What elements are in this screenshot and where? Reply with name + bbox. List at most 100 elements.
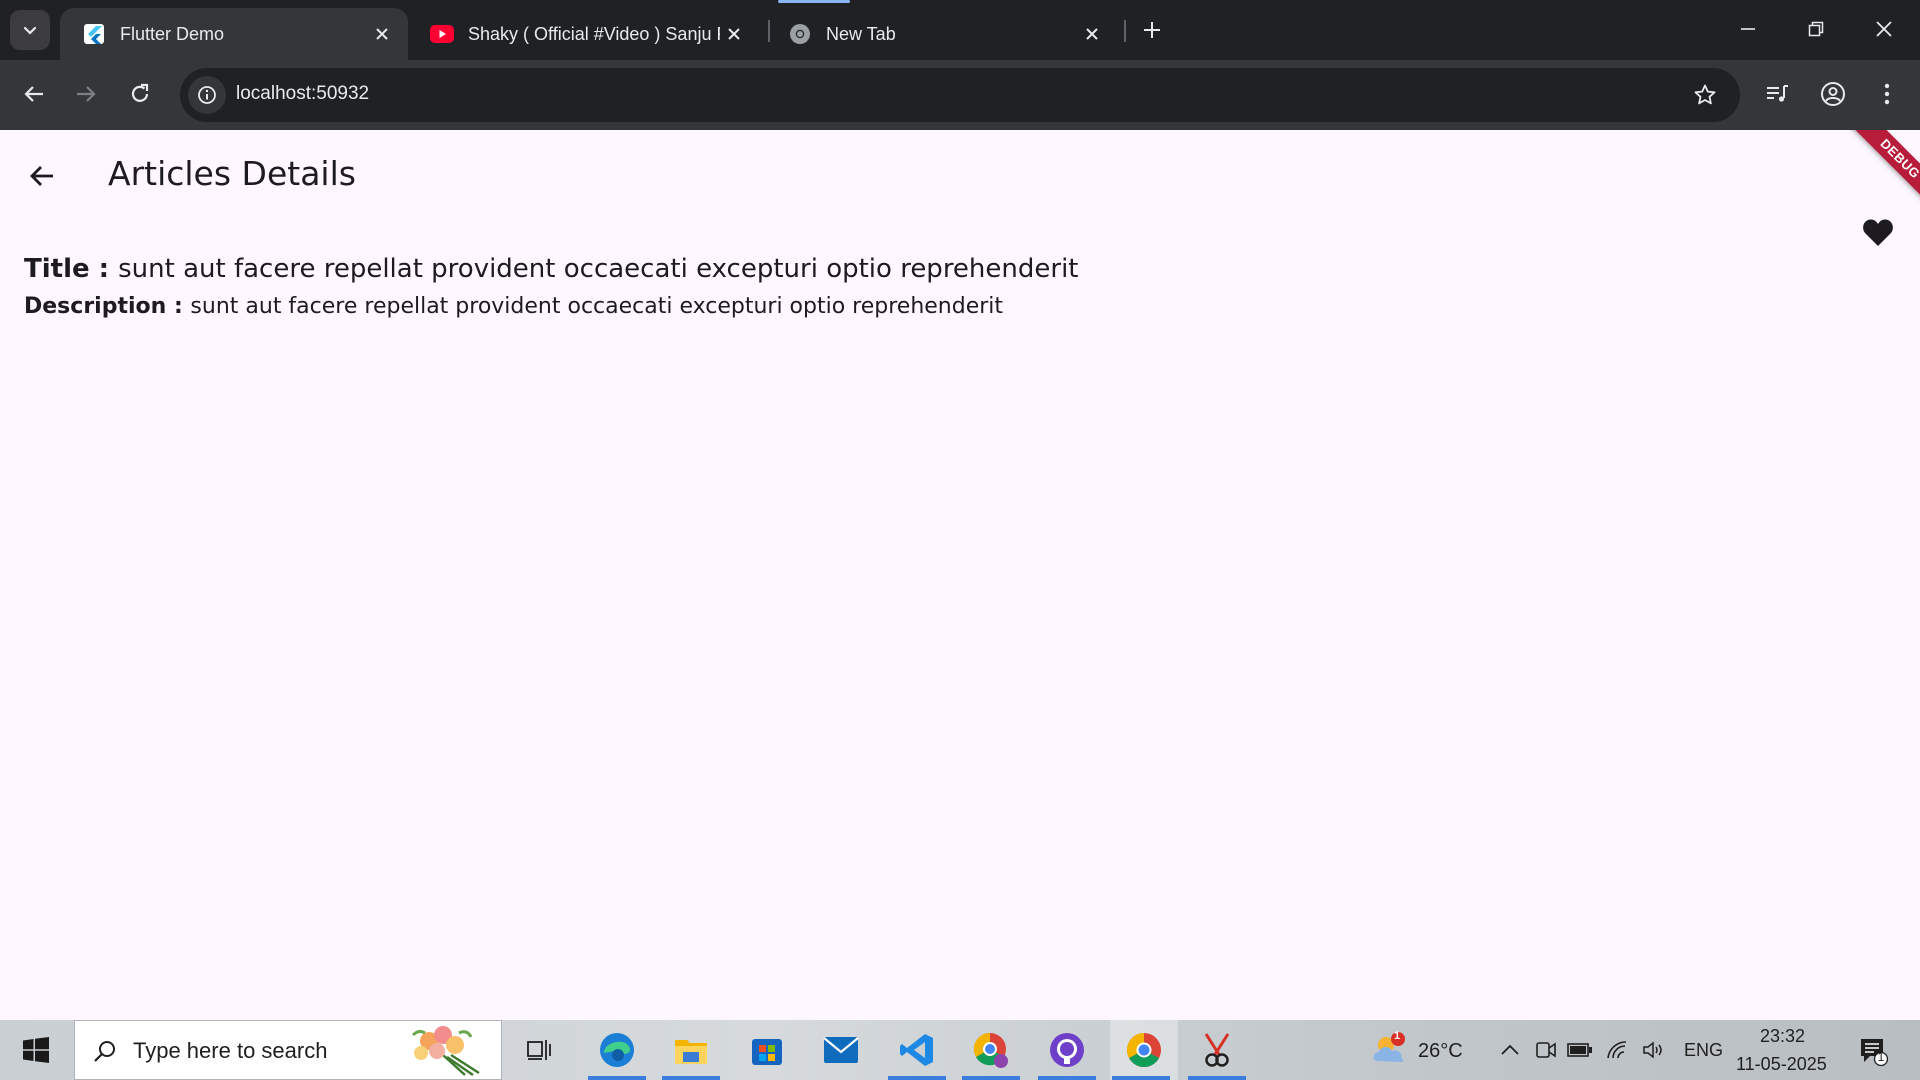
task-view-button[interactable] <box>508 1020 570 1080</box>
chevron-down-icon <box>23 26 37 35</box>
restore-icon <box>1808 21 1824 37</box>
back-button[interactable] <box>14 74 54 114</box>
minimize-icon <box>1741 28 1755 30</box>
title-label: Title : <box>24 254 119 284</box>
weather-widget[interactable]: 1 <box>1370 1030 1410 1068</box>
input-language[interactable]: ENG <box>1684 1040 1723 1061</box>
tab-search-button[interactable] <box>10 10 50 50</box>
taskbar-app-github-desktop[interactable] <box>1036 1020 1098 1080</box>
notification-count: 1 <box>1877 1050 1885 1064</box>
tab-title: New Tab <box>826 23 896 44</box>
arrow-right-icon <box>77 86 96 102</box>
youtube-icon <box>430 22 454 46</box>
article-title: Title : sunt aut facere repellat provide… <box>24 254 1079 284</box>
description-label: Description : <box>24 294 191 319</box>
task-view-icon <box>527 1040 551 1060</box>
start-button[interactable] <box>0 1020 72 1080</box>
app-page: Articles Details DEBUG Title : sunt aut … <box>0 130 1920 1020</box>
github-icon <box>1050 1033 1084 1067</box>
running-indicator <box>1038 1076 1096 1080</box>
browser-toolbar: localhost:50932 <box>0 60 1920 130</box>
edge-icon <box>600 1033 634 1067</box>
address-bar[interactable]: localhost:50932 <box>180 68 1740 122</box>
close-tab-icon[interactable] <box>368 20 396 48</box>
queue-music-icon <box>1767 85 1788 102</box>
taskbar-app-vs-code[interactable] <box>886 1020 948 1080</box>
plus-icon <box>1144 22 1160 38</box>
page-title: Articles Details <box>108 154 356 193</box>
search-placeholder[interactable]: Type here to search <box>133 1038 327 1064</box>
taskbar: Type here to search 1 26°C ENG 23:32 11-… <box>0 1020 1920 1080</box>
battery-button[interactable] <box>1566 1036 1594 1064</box>
taskbar-app-edge[interactable] <box>586 1020 648 1080</box>
star-icon <box>1694 84 1716 105</box>
taskbar-app-file-explorer[interactable] <box>660 1020 722 1080</box>
close-tab-icon[interactable] <box>1078 20 1106 48</box>
store-icon <box>752 1039 782 1065</box>
running-indicator <box>1112 1076 1170 1080</box>
info-icon <box>198 86 216 104</box>
tab-title: Shaky ( Official #Video ) Sanju R <box>468 23 720 44</box>
taskbar-app-chrome-profile[interactable] <box>960 1020 1022 1080</box>
tab-flutter-demo[interactable]: Flutter Demo <box>60 8 408 60</box>
flutter-icon <box>82 22 106 46</box>
camera-icon <box>1536 1042 1556 1058</box>
mail-icon <box>823 1037 859 1063</box>
vs-code-icon <box>900 1034 933 1066</box>
tab-new-tab[interactable]: New Tab <box>766 8 1118 60</box>
wifi-icon <box>1607 1041 1627 1059</box>
close-window-button[interactable] <box>1850 0 1918 58</box>
show-hidden-icons-button[interactable] <box>1496 1036 1524 1064</box>
account-circle-icon <box>1821 82 1845 106</box>
arrow-left-icon <box>24 86 43 102</box>
tab-youtube[interactable]: Shaky ( Official #Video ) Sanju R <box>408 8 760 60</box>
menu-button[interactable] <box>1868 75 1906 113</box>
running-indicator <box>588 1076 646 1080</box>
network-button[interactable] <box>1604 1036 1632 1064</box>
weather-badge: 1 <box>1394 1030 1401 1042</box>
reload-button[interactable] <box>120 74 160 114</box>
tab-loading-indicator <box>778 0 850 3</box>
clock-date[interactable]: 11-05-2025 <box>1736 1054 1827 1075</box>
battery-icon <box>1567 1043 1592 1057</box>
running-indicator <box>962 1076 1020 1080</box>
taskbar-search[interactable]: Type here to search <box>74 1020 502 1080</box>
search-icon <box>89 1035 121 1067</box>
taskbar-app-snipping-tool[interactable] <box>1186 1020 1248 1080</box>
minimize-button[interactable] <box>1714 0 1782 58</box>
heart-icon <box>1863 219 1893 246</box>
favorite-button[interactable] <box>1860 214 1896 250</box>
speaker-icon <box>1643 1041 1662 1059</box>
close-tab-icon[interactable] <box>720 20 748 48</box>
clock-time[interactable]: 23:32 <box>1760 1026 1805 1047</box>
tab-strip: Flutter Demo Shaky ( Official #Video ) S… <box>0 0 1920 60</box>
weather-cloud-icon <box>1373 1032 1405 1062</box>
media-controls-button[interactable] <box>1758 75 1796 113</box>
chrome-icon <box>1127 1033 1161 1067</box>
profile-button[interactable] <box>1814 75 1852 113</box>
taskbar-app-chrome[interactable] <box>1110 1020 1178 1080</box>
running-indicator <box>1188 1076 1246 1080</box>
meet-now-button[interactable] <box>1532 1036 1560 1064</box>
reload-icon <box>131 83 149 102</box>
close-icon <box>1876 21 1892 37</box>
notification-center-button[interactable]: 1 <box>1856 1034 1890 1068</box>
volume-button[interactable] <box>1640 1036 1668 1064</box>
running-indicator <box>662 1076 720 1080</box>
taskbar-app-mail[interactable] <box>810 1020 872 1080</box>
weather-temperature[interactable]: 26°C <box>1418 1040 1463 1063</box>
url-text[interactable]: localhost:50932 <box>236 83 369 105</box>
taskbar-app-microsoft-store[interactable] <box>736 1020 798 1080</box>
restore-button[interactable] <box>1782 0 1850 58</box>
new-tab-button[interactable] <box>1136 12 1168 48</box>
bookmark-button[interactable] <box>1690 80 1720 110</box>
windows-logo-icon <box>23 1037 49 1063</box>
forward-button[interactable] <box>66 74 106 114</box>
description-value: sunt aut facere repellat provident occae… <box>190 294 1004 319</box>
article-description: Description : sunt aut facere repellat p… <box>24 294 1003 319</box>
tab-separator <box>1124 20 1126 42</box>
site-info-button[interactable] <box>188 76 226 114</box>
folder-icon <box>675 1040 707 1064</box>
appbar-back-button[interactable] <box>22 156 62 196</box>
chrome-profile-icon <box>973 1032 1008 1068</box>
